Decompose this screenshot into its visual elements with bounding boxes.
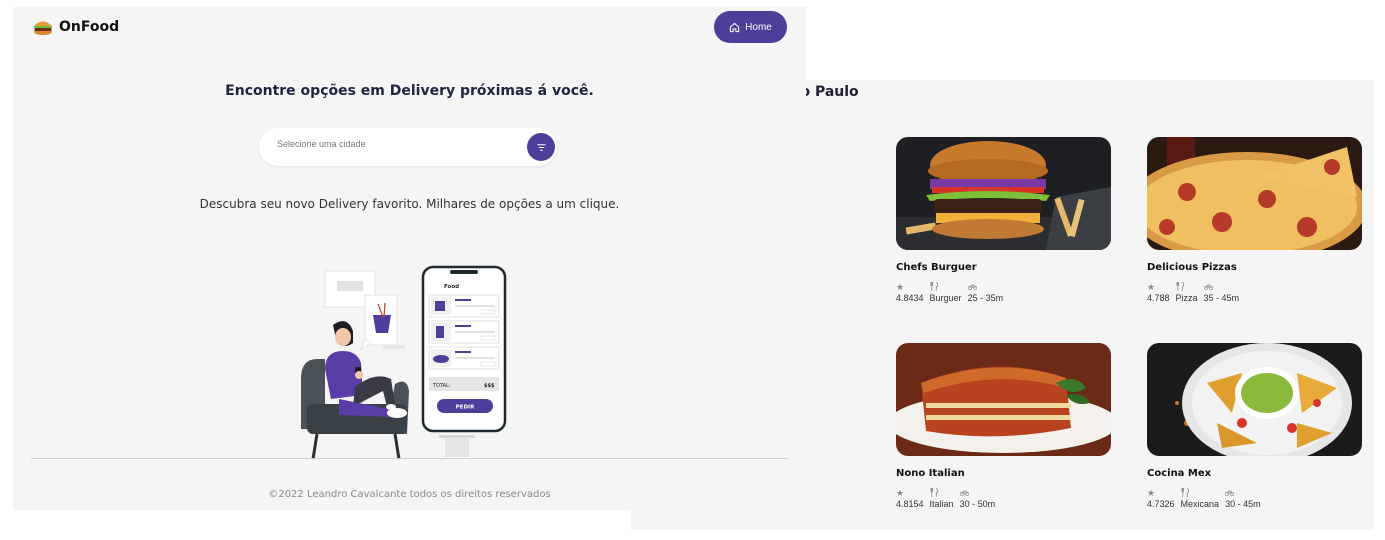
restaurant-name: Delicious Pizzas — [1147, 262, 1237, 273]
restaurant-card[interactable]: Delicious Pizzas ★ 4.788 Pizza 35 - 45m — [1147, 137, 1362, 303]
home-page: OnFood Home Encontre opções em Delivery … — [13, 7, 806, 510]
pizza-photo — [1147, 137, 1362, 250]
restaurant-name: Chefs Burguer — [896, 262, 977, 273]
restaurant-time: 30 - 45m — [1225, 499, 1261, 509]
brand[interactable]: OnFood — [33, 19, 119, 35]
restaurant-name: Nono Italian — [896, 468, 965, 479]
home-button[interactable]: Home — [714, 11, 787, 43]
cutlery-icon — [930, 281, 962, 293]
star-icon: ★ — [1147, 488, 1156, 498]
star-icon: ★ — [1147, 282, 1156, 292]
nachos-photo — [1147, 343, 1362, 456]
footer: ©2022 Leandro Cavalcante todos os direit… — [268, 489, 551, 500]
home-button-label: Home — [745, 21, 772, 33]
bike-icon — [1203, 282, 1240, 293]
cutlery-icon — [930, 487, 954, 499]
restaurant-rating: 4.8154 — [896, 499, 924, 509]
restaurant-rating: 4.7326 — [1147, 499, 1175, 509]
restaurant-name: Cocina Mex — [1147, 468, 1212, 479]
restaurant-time: 35 - 45m — [1203, 293, 1240, 303]
hero-title: Encontre opções em Delivery próximas á v… — [225, 83, 594, 99]
restaurant-meta: ★ 4.788 Pizza 35 - 45m — [1147, 281, 1362, 303]
filter-icon — [536, 143, 546, 151]
restaurant-card[interactable]: Nono Italian ★ 4.8154 Italian 30 - 50m — [896, 343, 1111, 509]
restaurant-time: 25 - 35m — [967, 293, 1004, 303]
bike-icon — [967, 282, 1004, 293]
subtitle: Descubra seu novo Delivery favorito. Mil… — [199, 197, 620, 211]
phone-order-button: PEDIR — [456, 405, 475, 411]
bike-icon — [959, 488, 996, 499]
restaurant-meta: ★ 4.8154 Italian 30 - 50m — [896, 487, 1111, 509]
burger-photo — [896, 137, 1111, 250]
brand-name: OnFood — [59, 19, 120, 35]
restaurant-category: Mexicana — [1180, 499, 1220, 509]
cutlery-icon — [1176, 281, 1198, 293]
delivery-illustration: Food TOTAL: $$$ PEDIR — [295, 259, 515, 461]
lasagna-photo — [896, 343, 1111, 456]
bike-icon — [1224, 488, 1261, 499]
phone-total-value: $$$ — [484, 383, 495, 389]
cutlery-icon — [1181, 487, 1220, 499]
restaurant-category: Italian — [929, 499, 954, 509]
divider — [31, 458, 788, 459]
phone-app-name: Food — [444, 284, 459, 290]
star-icon: ★ — [896, 282, 905, 292]
phone-total-label: TOTAL: — [432, 383, 451, 389]
restaurant-rating: 4.8434 — [896, 293, 924, 303]
star-icon: ★ — [896, 488, 905, 498]
restaurant-category: Pizza — [1175, 293, 1198, 303]
home-icon — [730, 22, 740, 32]
filter-button[interactable] — [527, 133, 555, 161]
burger-logo-icon — [33, 19, 53, 35]
restaurant-rating: 4.788 — [1147, 293, 1170, 303]
restaurant-time: 30 - 50m — [959, 499, 996, 509]
city-search — [259, 128, 557, 166]
restaurant-card[interactable]: Cocina Mex ★ 4.7326 Mexicana 30 - 45m — [1147, 343, 1362, 509]
city-search-input[interactable] — [277, 139, 517, 149]
restaurant-meta: ★ 4.8434 Burguer 25 - 35m — [896, 281, 1111, 303]
restaurant-meta: ★ 4.7326 Mexicana 30 - 45m — [1147, 487, 1362, 509]
restaurant-category: Burguer — [929, 293, 962, 303]
restaurant-card[interactable]: Chefs Burguer ★ 4.8434 Burguer 25 - 35m — [896, 137, 1111, 303]
